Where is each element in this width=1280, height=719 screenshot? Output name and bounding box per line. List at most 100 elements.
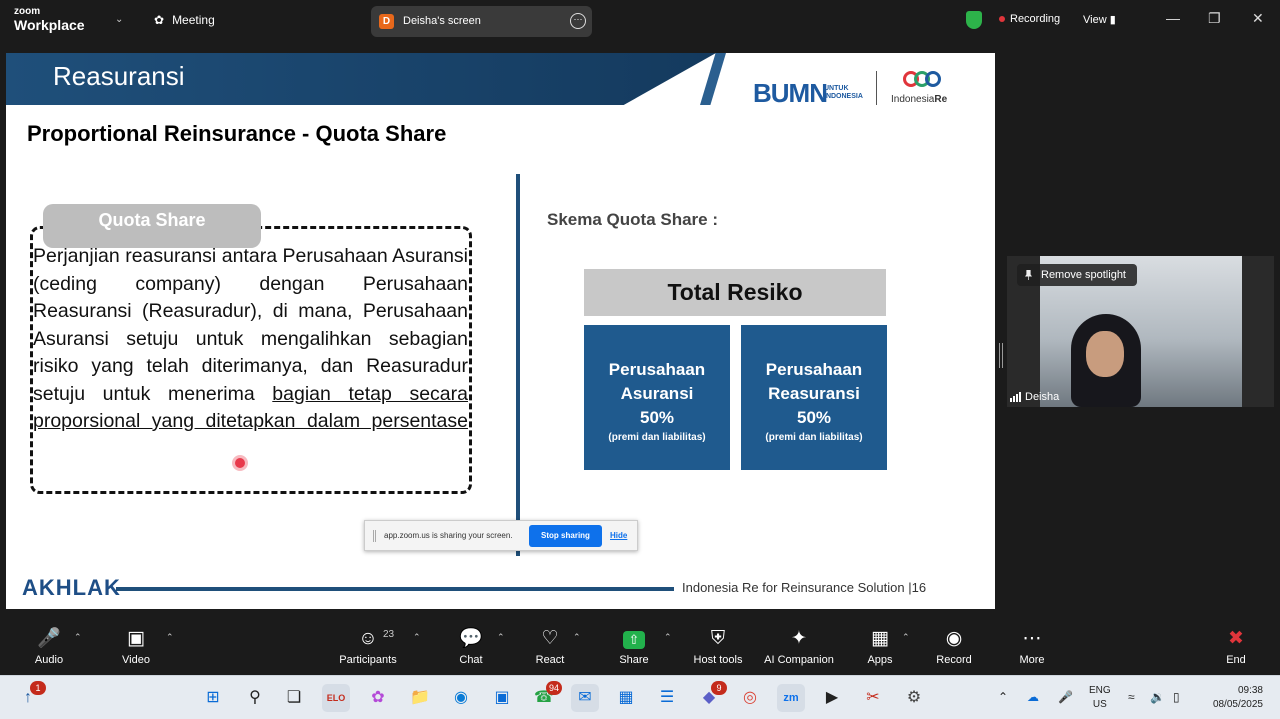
whatsapp-icon[interactable]: ☎ 94: [530, 681, 562, 712]
hide-link[interactable]: Hide: [610, 531, 627, 540]
participant-name-tag: Deisha: [1010, 391, 1059, 403]
snipping-tool-icon[interactable]: ✂: [859, 684, 887, 712]
clock-date: 08/05/2025: [1212, 699, 1263, 710]
notification-badge: 1: [30, 681, 46, 695]
input-language-indicator[interactable]: ENG US: [1089, 684, 1111, 712]
whatsapp-badge: 94: [545, 681, 562, 695]
close-icon[interactable]: ✕: [1252, 10, 1264, 27]
apps-caret-icon[interactable]: ⌃: [902, 632, 910, 643]
share-caret-icon[interactable]: ⌃: [664, 632, 672, 643]
volume-icon[interactable]: 🔉: [1150, 690, 1165, 704]
task-view-icon[interactable]: ❏: [280, 684, 308, 712]
footer-text: Indonesia Re for Reinsurance Solution: [682, 580, 905, 595]
remove-spotlight-label: Remove spotlight: [1041, 269, 1126, 281]
ai-companion-label: AI Companion: [764, 654, 834, 666]
edge-icon[interactable]: ◉: [447, 684, 475, 712]
indonesia-re-logo: IndonesiaRe: [891, 94, 947, 105]
end-button[interactable]: ✖ End: [1218, 620, 1254, 675]
chevron-down-icon[interactable]: ⌄: [115, 14, 123, 25]
elo-app-icon[interactable]: ELO: [322, 684, 350, 712]
record-button[interactable]: ◉ Record: [934, 620, 974, 675]
zoom-logo-top: zoom: [14, 6, 41, 17]
video-button[interactable]: ▣ Video: [115, 620, 157, 675]
search-icon[interactable]: ⚲: [241, 684, 269, 712]
indonesia-re-logo-b: Re: [934, 94, 948, 105]
bumn-sub-1: UNTUK: [824, 85, 849, 92]
quota-share-label: Quota Share: [98, 210, 206, 230]
wifi-icon[interactable]: ≈: [1128, 690, 1135, 704]
skema-label: Skema Quota Share :: [547, 210, 719, 229]
teams-icon[interactable]: ◆ 9: [695, 681, 727, 712]
audio-button[interactable]: 🎤 Audio: [28, 620, 70, 675]
more-options-icon[interactable]: ···: [570, 13, 586, 29]
sharing-message: app.zoom.us is sharing your screen.: [384, 531, 513, 540]
calculator-icon[interactable]: ▦: [612, 684, 640, 712]
notification-app-icon[interactable]: ↑ 1: [14, 681, 46, 712]
heart-icon: ♡: [541, 628, 559, 649]
chat-caret-icon[interactable]: ⌃: [497, 632, 505, 643]
react-label: React: [535, 654, 565, 666]
media-player-icon[interactable]: ▶: [818, 684, 846, 712]
footer-line: [116, 587, 674, 591]
file-explorer-icon[interactable]: 📁: [406, 684, 434, 712]
react-caret-icon[interactable]: ⌃: [573, 632, 581, 643]
recording-indicator[interactable]: Recording: [999, 13, 1060, 25]
indonesia-re-logo-a: Indonesia: [891, 94, 935, 105]
ai-companion-button[interactable]: ✦ AI Companion: [760, 620, 838, 675]
outlook-icon[interactable]: ✉: [571, 684, 599, 712]
total-resiko-box: Total Resiko: [584, 269, 886, 316]
remove-spotlight-button[interactable]: Remove spotlight: [1017, 264, 1137, 286]
onedrive-icon[interactable]: ☁: [1027, 690, 1039, 704]
audio-options-caret-icon[interactable]: ⌃: [74, 632, 82, 643]
teams-badge: 9: [711, 681, 727, 695]
bumn-logo: BUMN: [753, 78, 828, 108]
drag-handle-icon[interactable]: [373, 530, 376, 542]
share-label: Share: [619, 654, 649, 666]
copilot-icon[interactable]: ✿: [364, 684, 392, 712]
share-arrow-icon: ⇧: [614, 620, 654, 654]
chrome-icon[interactable]: ◎: [736, 684, 764, 712]
chat-button[interactable]: 💬 Chat: [452, 620, 490, 675]
zoom-taskbar-icon[interactable]: zm: [777, 684, 805, 712]
store-icon[interactable]: ▣: [488, 684, 516, 712]
host-tools-button[interactable]: ⛨ Host tools: [688, 620, 748, 675]
video-options-caret-icon[interactable]: ⌃: [166, 632, 174, 643]
system-clock[interactable]: 09:38 08/05/2025: [1203, 684, 1263, 712]
apps-label: Apps: [867, 654, 893, 666]
shared-screen-pill[interactable]: D Deisha's screen ···: [371, 6, 592, 37]
restore-icon[interactable]: ❐: [1208, 10, 1221, 27]
shared-screen-title: Deisha's screen: [403, 15, 481, 27]
view-button[interactable]: View ▮: [1083, 13, 1116, 26]
meeting-toolbar: 🎤 Audio ⌃ ▣ Video ⌃ ☺ Participants 23 ⌃ …: [0, 620, 1280, 675]
apps-button[interactable]: ▦ Apps: [862, 620, 898, 675]
shield-icon: ⛨: [710, 628, 726, 649]
participant-face: [1086, 331, 1124, 377]
settings-gear-icon[interactable]: ⚙: [900, 684, 928, 712]
sharing-notice-bar: app.zoom.us is sharing your screen. Stop…: [364, 520, 638, 551]
participants-caret-icon[interactable]: ⌃: [413, 632, 421, 643]
meeting-menu[interactable]: ✿ Meeting: [154, 13, 215, 27]
sparkle-icon: ✦: [791, 628, 807, 649]
reasuransi-line2: Reasuransi: [768, 384, 860, 403]
whiteboard-icon[interactable]: ☰: [653, 684, 681, 712]
asuransi-line1: Perusahaan: [608, 360, 706, 379]
slide-heading: Proportional Reinsurance - Quota Share: [27, 121, 447, 146]
zoom-workplace-logo[interactable]: zoom Workplace: [14, 6, 85, 33]
microphone-icon[interactable]: 🎤: [1058, 690, 1073, 704]
minimize-icon[interactable]: —: [1166, 10, 1180, 26]
chat-icon: 💬: [459, 628, 483, 649]
panel-resize-handle[interactable]: [999, 343, 1003, 368]
start-icon[interactable]: ⊞: [199, 684, 227, 712]
tray-overflow-icon[interactable]: ⌃: [998, 690, 1008, 704]
chat-label: Chat: [459, 654, 483, 666]
more-icon: ⋯: [1022, 628, 1042, 649]
reasuransi-box: Perusahaan Reasuransi 50% (premi dan lia…: [741, 325, 887, 470]
react-button[interactable]: ♡ React: [530, 620, 570, 675]
battery-icon[interactable]: ▯: [1173, 690, 1180, 704]
zoom-title-bar: zoom Workplace ⌄ ✿ Meeting D Deisha's sc…: [0, 0, 1280, 42]
stop-sharing-button[interactable]: Stop sharing: [529, 525, 602, 547]
encryption-shield-icon[interactable]: [966, 11, 982, 29]
participant-name: Deisha: [1025, 391, 1060, 403]
share-button[interactable]: ⇧ Share: [614, 620, 654, 675]
more-button[interactable]: ⋯ More: [1014, 620, 1050, 675]
